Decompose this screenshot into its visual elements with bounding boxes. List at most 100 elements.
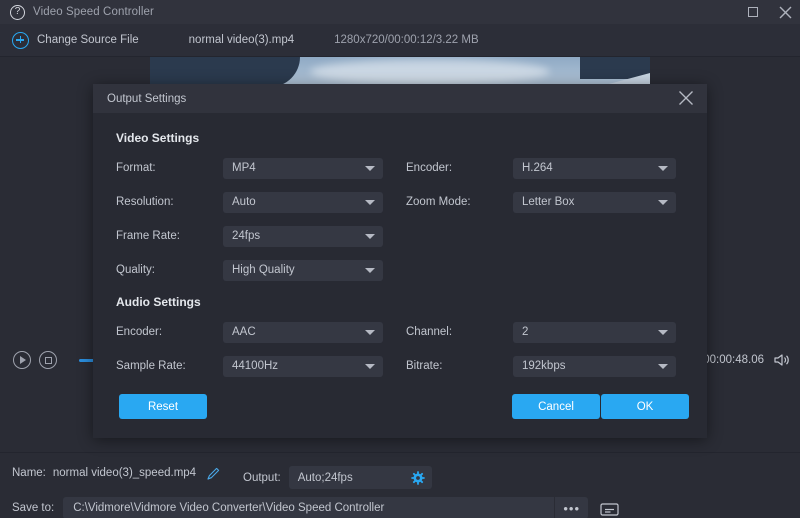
field-video-encoder: Encoder: H.264	[406, 158, 696, 179]
speaker-icon[interactable]	[774, 353, 790, 367]
field-resolution: Resolution: Auto	[116, 192, 406, 213]
chevron-down-icon	[365, 268, 375, 273]
quality-value: High Quality	[232, 264, 295, 276]
pencil-glyph	[206, 466, 221, 481]
chevron-down-icon	[658, 166, 668, 171]
chevron-down-icon	[365, 330, 375, 335]
resolution-select[interactable]: Auto	[223, 192, 383, 213]
audio-settings-heading: Audio Settings	[116, 295, 707, 309]
sample-rate-label: Sample Rate:	[116, 360, 223, 372]
save-to-row: Save to: C:\Vidmore\Vidmore Video Conver…	[12, 497, 618, 518]
dialog-footer: Reset Cancel OK	[93, 380, 707, 438]
change-source-file-button[interactable]: Change Source File	[12, 32, 139, 49]
output-settings-dialog: Output Settings Video Settings Format: M…	[93, 84, 707, 438]
pencil-icon[interactable]	[206, 466, 220, 480]
format-label: Format:	[116, 162, 223, 174]
speaker-glyph	[774, 353, 790, 367]
field-quality: Quality: High Quality	[116, 260, 406, 281]
gear-icon[interactable]	[411, 471, 425, 485]
channel-select[interactable]: 2	[513, 322, 676, 343]
audio-encoder-select[interactable]: AAC	[223, 322, 383, 343]
change-source-file-label: Change Source File	[37, 34, 139, 46]
app-window: ? Video Speed Controller Change Source F…	[0, 0, 800, 518]
field-format: Format: MP4	[116, 158, 406, 179]
sample-rate-select[interactable]: 44100Hz	[223, 356, 383, 377]
video-shape-cloud	[310, 59, 550, 85]
field-bitrate: Bitrate: 192kbps	[406, 356, 696, 377]
bitrate-value: 192kbps	[522, 360, 565, 372]
audio-encoder-value: AAC	[232, 326, 256, 338]
app-title: Video Speed Controller	[33, 6, 154, 18]
chevron-down-icon	[365, 364, 375, 369]
output-label: Output:	[243, 472, 281, 484]
field-sample-rate: Sample Rate: 44100Hz	[116, 356, 406, 377]
save-to-label: Save to:	[12, 502, 54, 514]
quality-select[interactable]: High Quality	[223, 260, 383, 281]
stop-icon[interactable]	[39, 351, 57, 369]
row-frame-rate: Frame Rate: 24fps	[93, 219, 707, 253]
cancel-button[interactable]: Cancel	[512, 394, 600, 419]
save-path-field[interactable]: C:\Vidmore\Vidmore Video Converter\Video…	[63, 497, 588, 518]
save-path-value: C:\Vidmore\Vidmore Video Converter\Video…	[73, 502, 384, 514]
video-encoder-value: H.264	[522, 162, 553, 174]
close-icon[interactable]	[778, 5, 792, 19]
zoom-mode-value: Letter Box	[522, 196, 574, 208]
bitrate-select[interactable]: 192kbps	[513, 356, 676, 377]
chevron-down-icon	[365, 200, 375, 205]
format-value: MP4	[232, 162, 256, 174]
video-shape-left	[150, 57, 300, 87]
frame-rate-select[interactable]: 24fps	[223, 226, 383, 247]
field-channel: Channel: 2	[406, 322, 696, 343]
dialog-close-glyph	[677, 89, 695, 107]
gear-glyph	[411, 471, 425, 485]
channel-label: Channel:	[406, 326, 513, 338]
zoom-mode-select[interactable]: Letter Box	[513, 192, 676, 213]
browse-button[interactable]: •••	[554, 497, 588, 518]
dialog-header: Output Settings	[93, 84, 707, 113]
chevron-down-icon	[658, 200, 668, 205]
row-resolution-zoom: Resolution: Auto Zoom Mode: Letter Box	[93, 185, 707, 219]
dialog-body: Video Settings Format: MP4 Encoder: H.26…	[93, 113, 707, 383]
question-mark-icon[interactable]: ?	[10, 5, 25, 20]
source-file-name: normal video(3).mp4	[189, 34, 294, 46]
row-quality: Quality: High Quality	[93, 253, 707, 287]
reset-button[interactable]: Reset	[119, 394, 207, 419]
video-settings-heading: Video Settings	[116, 131, 707, 145]
close-glyph	[779, 6, 792, 19]
audio-encoder-label: Encoder:	[116, 326, 223, 338]
field-frame-rate: Frame Rate: 24fps	[116, 226, 406, 247]
field-zoom-mode: Zoom Mode: Letter Box	[406, 192, 696, 213]
titlebar: ? Video Speed Controller	[0, 0, 800, 24]
chevron-down-icon	[365, 234, 375, 239]
chevron-down-icon	[365, 166, 375, 171]
output-preset-value: Auto;24fps	[298, 472, 353, 484]
video-shape-topright	[580, 57, 650, 79]
zoom-mode-label: Zoom Mode:	[406, 196, 513, 208]
frame-rate-value: 24fps	[232, 230, 260, 242]
format-select[interactable]: MP4	[223, 158, 383, 179]
frame-rate-label: Frame Rate:	[116, 230, 223, 242]
play-icon[interactable]	[13, 351, 31, 369]
ok-button[interactable]: OK	[601, 394, 689, 419]
maximize-icon[interactable]	[746, 5, 760, 19]
row-sample-rate-bitrate: Sample Rate: 44100Hz Bitrate: 192kbps	[93, 349, 707, 383]
output-preset-field[interactable]: Auto;24fps	[289, 466, 432, 489]
chevron-down-icon	[658, 330, 668, 335]
dialog-title: Output Settings	[107, 93, 186, 105]
channel-value: 2	[522, 326, 528, 338]
dialog-close-icon[interactable]	[677, 89, 695, 107]
row-format-encoder: Format: MP4 Encoder: H.264	[93, 151, 707, 185]
output-panel: Name: normal video(3)_speed.mp4 Output: …	[0, 452, 800, 518]
video-encoder-label: Encoder:	[406, 162, 513, 174]
name-row: Name: normal video(3)_speed.mp4	[12, 466, 220, 480]
resolution-value: Auto	[232, 196, 256, 208]
video-encoder-select[interactable]: H.264	[513, 158, 676, 179]
toolbar: Change Source File normal video(3).mp4 1…	[0, 24, 800, 57]
player-time-group: 00:00:48.06	[703, 342, 790, 378]
field-audio-encoder: Encoder: AAC	[116, 322, 406, 343]
playback-time: 00:00:48.06	[703, 354, 764, 366]
output-file-name: normal video(3)_speed.mp4	[53, 467, 196, 479]
sample-rate-value: 44100Hz	[232, 360, 278, 372]
plus-circle-icon	[12, 32, 29, 49]
folder-icon[interactable]	[600, 501, 618, 516]
